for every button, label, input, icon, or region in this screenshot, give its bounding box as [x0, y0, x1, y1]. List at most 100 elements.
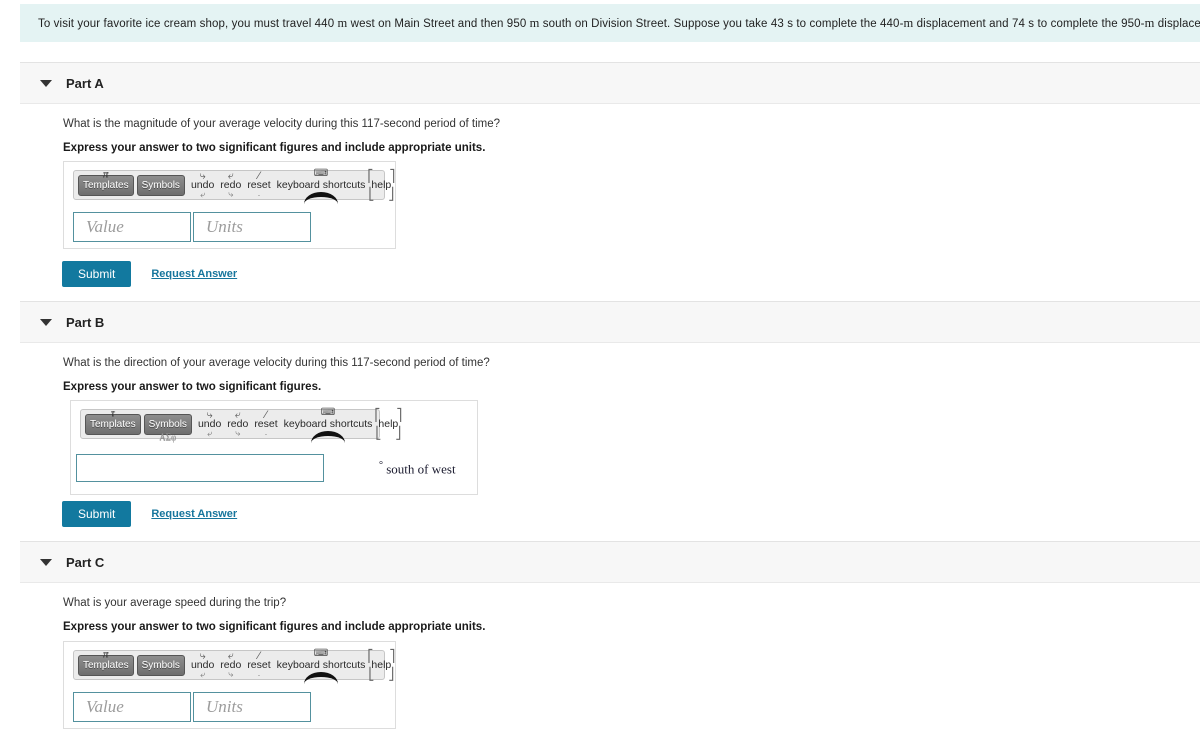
problem-statement-text: To visit your favorite ice cream shop, y…: [20, 15, 1200, 32]
request-answer-link-b[interactable]: Request Answer: [151, 508, 237, 520]
part-header-b[interactable]: Part B: [20, 301, 1200, 343]
reset-button-b[interactable]: ⁄ reset ·: [254, 409, 277, 439]
symbols-button-c[interactable]: Symbols: [136, 654, 185, 676]
symbols-button-label: Symbols: [141, 659, 180, 671]
units-input-c[interactable]: Units: [193, 692, 311, 722]
templates-button-c[interactable]: π Templates: [78, 648, 134, 676]
question-text-a: What is the magnitude of your average ve…: [63, 118, 501, 130]
units-placeholder: Units: [206, 697, 243, 716]
help-bracket-br-icon: ⎦: [388, 187, 395, 201]
help-bracket-br-icon: ⎦: [388, 667, 395, 681]
symbols-button-label: Symbols: [141, 179, 180, 191]
instruction-text-c: Express your answer to two significant f…: [63, 620, 486, 633]
help-bracket-bl-icon: ⎣: [375, 426, 382, 440]
part-title-b: Part B: [66, 314, 105, 330]
shortcuts-label: shortcuts: [322, 659, 366, 671]
redo-arrow-icon: ⤶: [227, 650, 234, 662]
undo-arrow-bottom-icon: ⤶: [200, 669, 206, 679]
answer-widget-a: π Templates Symbols ⤷ undo ⤶ ⤶ redo ⤷ ⁄ …: [63, 161, 396, 249]
help-bracket-tr-icon: ⎤: [389, 649, 396, 663]
templates-button-label: Templates: [90, 418, 136, 430]
help-bracket-tl-icon: ⎡: [367, 649, 374, 663]
help-button-a[interactable]: ⎡ ⎤ help ⎣ ⎦: [367, 169, 395, 201]
request-answer-link-a[interactable]: Request Answer: [151, 268, 237, 280]
reset-button-a[interactable]: ⁄ reset ·: [247, 170, 270, 200]
undo-arrow-icon: ⤷: [206, 409, 213, 421]
keyboard-label: keyboard: [283, 418, 327, 430]
symbols-button-a[interactable]: Symbols: [136, 174, 185, 196]
part-title-c: Part C: [66, 554, 105, 570]
direction-input-b[interactable]: [76, 454, 324, 482]
redo-button-c[interactable]: ⤶ redo ⤷: [220, 650, 241, 679]
help-bracket-tl-icon: ⎡: [374, 408, 381, 422]
submit-button-b[interactable]: Submit: [62, 501, 132, 527]
keyboard-shortcuts-button-c[interactable]: ⌨ keyboard shortcuts: [276, 648, 366, 677]
keyboard-shortcuts-button-b[interactable]: ⌨ keyboard shortcuts: [283, 407, 373, 436]
reset-mark-icon: ⁄: [258, 170, 260, 182]
help-bracket-tl-icon: ⎡: [367, 169, 374, 183]
redo-arrow-bottom-icon: ⤷: [235, 428, 241, 438]
equation-toolbar-c: π Templates Symbols ⤷ undo ⤶ ⤶ redo ⤷ ⁄ …: [73, 648, 395, 681]
reset-dot-icon: ·: [257, 670, 261, 680]
value-input-c[interactable]: Value: [73, 692, 191, 722]
equation-toolbar-b: τ Templates Symbols ΑΣφ ⤷ undo ⤶ ⤶ redo …: [80, 407, 402, 442]
problem-text-mid2: south on Division Street. Suppose you ta…: [539, 17, 904, 30]
undo-arrow-icon: ⤷: [199, 170, 206, 182]
templates-button-label: Templates: [83, 659, 129, 671]
chevron-down-icon[interactable]: [40, 558, 52, 566]
unit-m-1: m: [337, 15, 348, 30]
keyboard-label: keyboard: [276, 659, 320, 671]
keyboard-icon: ⌨: [320, 407, 336, 418]
value-input-a[interactable]: Value: [73, 212, 191, 242]
help-button-c[interactable]: ⎡ ⎤ help ⎣ ⎦: [367, 649, 395, 681]
undo-button-a[interactable]: ⤷ undo ⤶: [191, 170, 214, 199]
symbols-button-b[interactable]: Symbols ΑΣφ: [143, 413, 192, 442]
chevron-down-icon[interactable]: [40, 79, 52, 87]
templates-button-a[interactable]: π Templates: [78, 168, 134, 196]
reset-button-c[interactable]: ⁄ reset ·: [247, 650, 270, 680]
help-bracket-bl-icon: ⎣: [368, 187, 375, 201]
direction-suffix-label: south of west: [386, 461, 456, 477]
answer-fields-a: Value Units: [73, 212, 311, 242]
shortcuts-label: shortcuts: [322, 179, 366, 191]
undo-button-b[interactable]: ⤷ undo ⤶: [198, 409, 221, 438]
submit-row-a: Submit Request Answer: [62, 261, 237, 287]
part-body-a: What is the magnitude of your average ve…: [20, 104, 1200, 156]
value-placeholder: Value: [86, 697, 124, 716]
direction-suffix-b: ° south of west: [379, 460, 456, 477]
undo-arrow-bottom-icon: ⤶: [207, 428, 213, 438]
units-input-a[interactable]: Units: [193, 212, 311, 242]
redo-arrow-bottom-icon: ⤷: [228, 669, 234, 679]
redo-button-a[interactable]: ⤶ redo ⤷: [220, 170, 241, 199]
templates-button-b[interactable]: τ Templates: [85, 407, 141, 435]
redo-arrow-icon: ⤶: [227, 170, 234, 182]
reset-mark-icon: ⁄: [265, 409, 267, 421]
part-header-a[interactable]: Part A: [20, 62, 1200, 104]
submit-button-a[interactable]: Submit: [62, 261, 132, 287]
symbols-button-label: Symbols: [148, 418, 187, 430]
shortcuts-label: shortcuts: [329, 418, 373, 430]
greek-letters-icon: ΑΣφ: [159, 431, 177, 442]
chevron-down-icon[interactable]: [40, 318, 52, 326]
problem-text-mid1: west on Main Street and then 950: [347, 17, 530, 30]
instruction-text-a: Express your answer to two significant f…: [63, 141, 486, 154]
undo-button-c[interactable]: ⤷ undo ⤶: [191, 650, 214, 679]
keyboard-icon: ⌨: [313, 648, 329, 659]
keyboard-label: keyboard: [276, 179, 320, 191]
redo-arrow-bottom-icon: ⤷: [228, 189, 234, 199]
units-placeholder: Units: [206, 217, 243, 236]
help-bracket-tr-icon: ⎤: [389, 169, 396, 183]
help-bracket-bl-icon: ⎣: [368, 667, 375, 681]
help-button-b[interactable]: ⎡ ⎤ help ⎣ ⎦: [374, 408, 402, 440]
undo-arrow-bottom-icon: ⤶: [200, 189, 206, 199]
undo-arrow-icon: ⤷: [199, 650, 206, 662]
keyboard-shortcuts-button-a[interactable]: ⌨ keyboard shortcuts: [276, 168, 366, 197]
help-bracket-tr-icon: ⎤: [396, 408, 403, 422]
reset-mark-icon: ⁄: [258, 650, 260, 662]
part-header-c[interactable]: Part C: [20, 541, 1200, 583]
answer-widget-c: π Templates Symbols ⤷ undo ⤶ ⤶ redo ⤷ ⁄ …: [63, 641, 396, 729]
templates-button-label: Templates: [83, 179, 129, 191]
redo-button-b[interactable]: ⤶ redo ⤷: [227, 409, 248, 438]
problem-statement-banner: To visit your favorite ice cream shop, y…: [20, 4, 1200, 42]
reset-dot-icon: ·: [257, 190, 261, 200]
